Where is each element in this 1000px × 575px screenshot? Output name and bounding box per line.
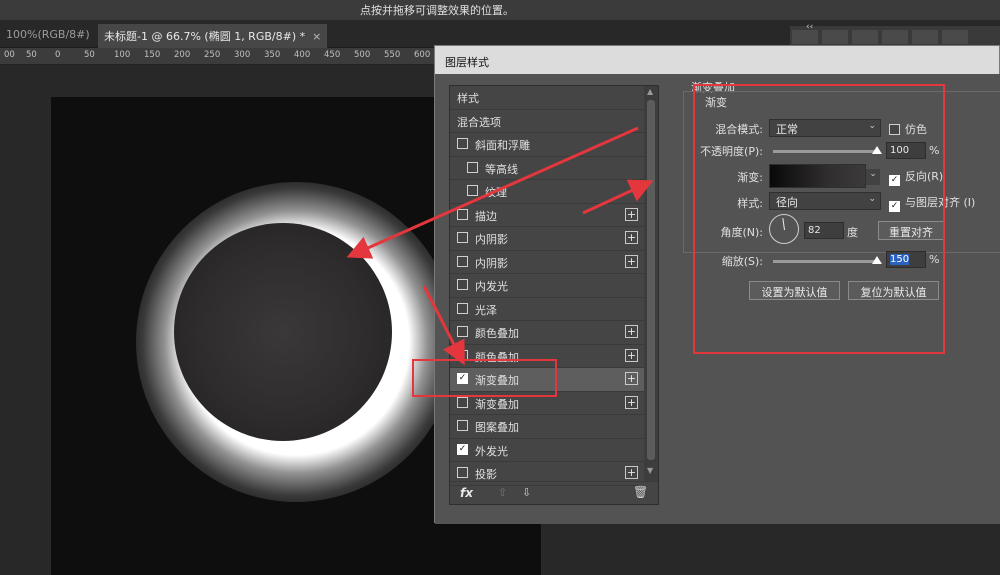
style-item-label: 样式 bbox=[457, 92, 479, 105]
scroll-down-icon[interactable]: ▼ bbox=[647, 466, 653, 475]
checkbox-checked-icon[interactable]: ✓ bbox=[457, 443, 468, 455]
add-effect-icon[interactable]: + bbox=[625, 325, 638, 338]
ellipse-layer[interactable] bbox=[174, 223, 392, 441]
checkbox-icon[interactable] bbox=[457, 208, 468, 220]
close-icon[interactable]: × bbox=[312, 30, 321, 43]
add-effect-icon[interactable]: + bbox=[625, 231, 638, 244]
ruler-label: 150 bbox=[144, 50, 161, 60]
style-item-label: 描边 bbox=[475, 209, 497, 223]
fx-menu-button[interactable]: fx bbox=[460, 486, 473, 500]
move-up-icon[interactable]: ⇧ bbox=[498, 486, 507, 499]
style-item-label: 图案叠加 bbox=[475, 421, 519, 434]
ruler-label: 250 bbox=[204, 50, 221, 60]
style-item-label: 等高线 bbox=[485, 162, 518, 176]
style-list-footer: fx ⇧ ⇩ 🗑 bbox=[450, 481, 658, 505]
style-item-label: 颜色叠加 bbox=[475, 327, 519, 340]
style-list-item[interactable]: 样式 bbox=[450, 86, 644, 110]
hint-text: 点按并拖移可调整效果的位置。 bbox=[360, 4, 514, 17]
style-list-item[interactable]: 斜面和浮雕 bbox=[450, 133, 644, 157]
style-item-label: 内发光 bbox=[475, 280, 508, 293]
ruler-label: 500 bbox=[354, 50, 371, 60]
add-effect-icon[interactable]: + bbox=[625, 372, 638, 385]
ruler-label: 200 bbox=[174, 50, 191, 60]
ruler-label: 100 bbox=[114, 50, 131, 60]
dialog-title[interactable]: 图层样式 bbox=[435, 46, 999, 74]
checkbox-icon[interactable] bbox=[467, 161, 478, 173]
ruler-label: 00 bbox=[4, 50, 15, 60]
style-list-item[interactable]: 光泽 bbox=[450, 298, 644, 321]
checkbox-icon[interactable] bbox=[457, 326, 468, 337]
checkbox-icon[interactable] bbox=[457, 467, 468, 478]
ruler-label: 0 bbox=[55, 50, 61, 60]
ruler-label: 550 bbox=[384, 50, 401, 60]
checkbox-icon[interactable] bbox=[467, 185, 478, 196]
style-item-label: 内阴影 bbox=[475, 256, 508, 270]
checkbox-icon[interactable] bbox=[457, 420, 468, 431]
tab-document-1[interactable]: 100%(RGB/8#)× bbox=[0, 24, 112, 48]
document-tab-bar: 100%(RGB/8#)× 未标题-1 @ 66.7% (椭圆 1, RGB/8… bbox=[0, 20, 1000, 48]
style-list-item[interactable]: 内阴影 + bbox=[450, 251, 644, 274]
add-effect-icon[interactable]: + bbox=[625, 254, 638, 268]
checkbox-icon[interactable] bbox=[457, 232, 468, 243]
style-item-label: 外发光 bbox=[475, 444, 508, 458]
style-list: 样式 混合选项 斜面和浮雕 等高线 纹理 描边 + 内阴影 + 内阴影 + 内发光 光泽 颜色叠加 + 颜色叠… bbox=[449, 85, 659, 505]
style-item-label: 渐变叠加 bbox=[475, 397, 519, 411]
move-down-icon[interactable]: ⇩ bbox=[522, 486, 531, 499]
add-effect-icon[interactable]: + bbox=[625, 466, 638, 479]
add-effect-icon[interactable]: + bbox=[625, 348, 638, 362]
ruler-label: 400 bbox=[294, 50, 311, 60]
options-hint-bar: 点按并拖移可调整效果的位置。 bbox=[0, 0, 1000, 20]
style-item-label: 斜面和浮雕 bbox=[475, 139, 530, 152]
style-list-item[interactable]: 内阴影 + bbox=[450, 227, 644, 251]
checkbox-icon[interactable] bbox=[457, 255, 468, 267]
tab-label: 未标题-1 @ 66.7% (椭圆 1, RGB/8#) * bbox=[104, 30, 306, 43]
tab-document-2[interactable]: 未标题-1 @ 66.7% (椭圆 1, RGB/8#) * × bbox=[98, 24, 328, 48]
style-list-item[interactable]: 混合选项 bbox=[450, 110, 644, 133]
style-item-label: 内阴影 bbox=[475, 233, 508, 246]
annotation-box-settings bbox=[693, 84, 945, 354]
style-list-item[interactable]: 纹理 bbox=[450, 180, 644, 204]
ruler-label: 50 bbox=[26, 50, 37, 60]
scrollbar-thumb[interactable] bbox=[647, 100, 655, 460]
ruler-label: 50 bbox=[84, 50, 95, 60]
checkbox-icon[interactable] bbox=[457, 396, 468, 408]
style-list-item[interactable]: 等高线 bbox=[450, 157, 644, 180]
ruler-label: 450 bbox=[324, 50, 341, 60]
ruler-label: 350 bbox=[264, 50, 281, 60]
style-list-item[interactable]: 图案叠加 bbox=[450, 415, 644, 439]
tab-label: 100%(RGB/8#) bbox=[6, 28, 90, 41]
collapse-panels-icon[interactable]: ‹‹ bbox=[806, 22, 813, 32]
ruler-label: 300 bbox=[234, 50, 251, 60]
annotation-box-gradient-item bbox=[412, 359, 557, 397]
style-list-scrollbar[interactable]: ▲ ▼ bbox=[644, 86, 658, 481]
style-item-label: 纹理 bbox=[485, 186, 507, 199]
style-item-label: 投影 bbox=[475, 468, 497, 481]
checkbox-icon[interactable] bbox=[457, 302, 468, 314]
trash-icon[interactable]: 🗑 bbox=[633, 485, 648, 499]
style-item-label: 混合选项 bbox=[457, 115, 501, 129]
style-list-item[interactable]: 描边 + bbox=[450, 204, 644, 227]
add-effect-icon[interactable]: + bbox=[625, 207, 638, 221]
style-item-label: 光泽 bbox=[475, 303, 497, 317]
style-list-item[interactable]: 内发光 bbox=[450, 274, 644, 298]
style-list-item[interactable]: ✓ 外发光 bbox=[450, 439, 644, 462]
ruler-label: 600 bbox=[414, 50, 431, 60]
style-list-item[interactable]: 颜色叠加 + bbox=[450, 321, 644, 345]
checkbox-icon[interactable] bbox=[457, 138, 468, 149]
scroll-up-icon[interactable]: ▲ bbox=[647, 87, 653, 96]
add-effect-icon[interactable]: + bbox=[625, 395, 638, 409]
checkbox-icon[interactable] bbox=[457, 279, 468, 290]
